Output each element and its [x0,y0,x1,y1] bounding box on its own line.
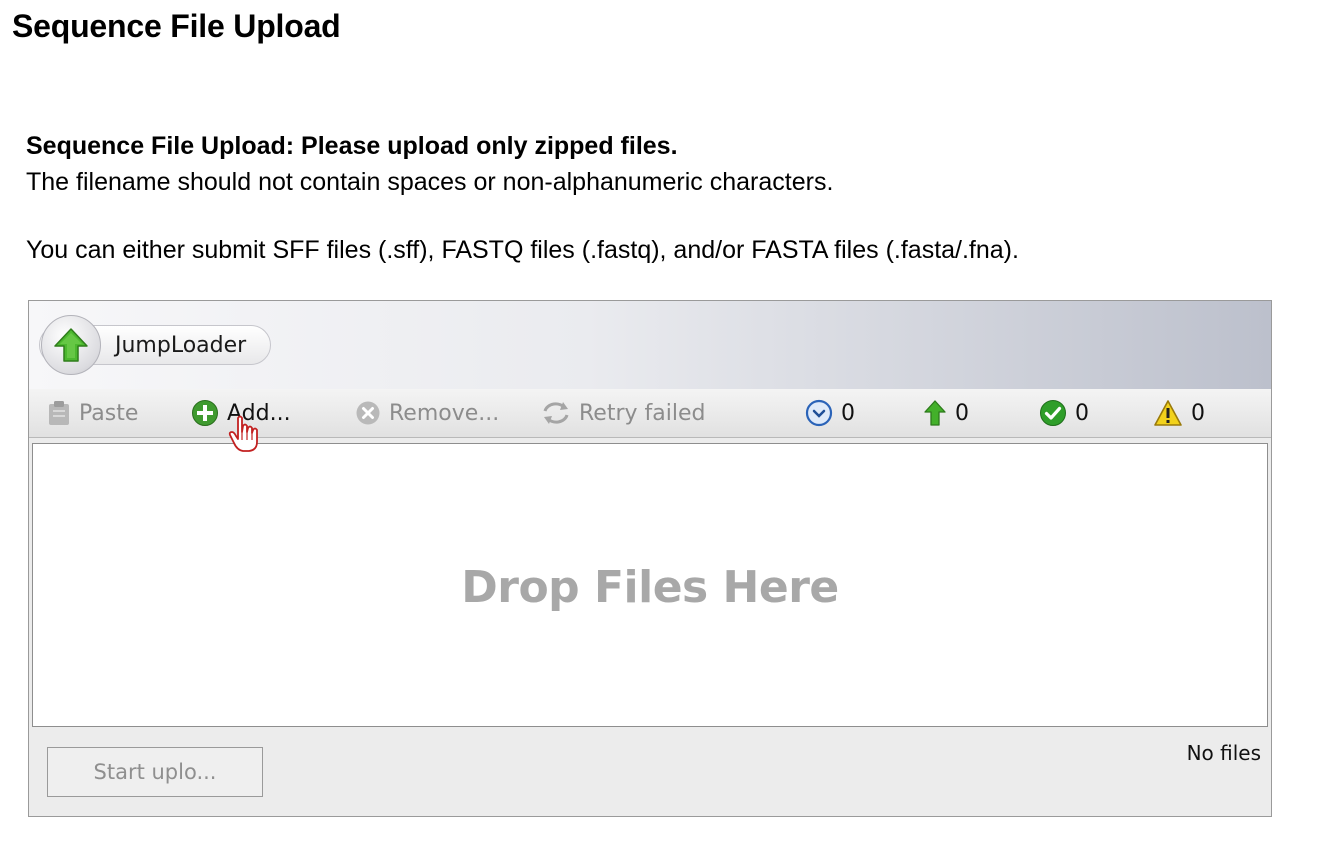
plus-circle-icon [191,399,219,427]
remove-label: Remove... [389,400,500,426]
failed-count-value: 0 [1191,400,1205,426]
remove-button[interactable]: Remove... [355,389,499,437]
paste-label: Paste [79,400,139,426]
file-status: No files [1186,741,1261,765]
clock-icon [805,399,833,427]
paste-button[interactable]: Paste [47,389,138,437]
pending-count: 0 [805,389,855,437]
drop-zone[interactable]: Drop Files Here [32,443,1268,727]
clipboard-icon [47,400,71,426]
retry-icon [541,400,571,426]
start-upload-button[interactable]: Start uplo... [47,747,263,797]
uploader-toolbar: Paste Add... Remove... Retry failed 0 0 … [29,389,1271,438]
x-circle-icon [355,400,381,426]
page-title: Sequence File Upload [12,8,341,44]
finished-count-value: 0 [1075,400,1089,426]
uploading-count-value: 0 [955,400,969,426]
warning-icon [1153,399,1183,427]
formats-note: You can either submit SFF files (.sff), … [26,236,1019,264]
retry-label: Retry failed [579,400,706,426]
hand-cursor-icon [228,414,262,459]
brand: JumpLoader [41,315,246,375]
up-arrow-icon [923,399,947,427]
filename-note: The filename should not contain spaces o… [26,168,834,196]
jumploader-applet: JumpLoader Paste Add... Remove... Retry … [28,300,1272,817]
check-circle-icon [1039,399,1067,427]
up-arrow-icon [41,315,101,375]
pending-count-value: 0 [841,400,855,426]
instructions-heading: Sequence File Upload: Please upload only… [26,132,678,160]
retry-failed-button[interactable]: Retry failed [541,389,705,437]
brand-label: JumpLoader [115,332,247,358]
upload-instructions: Sequence File Upload: Please upload only… [26,128,1019,268]
uploading-count: 0 [923,389,969,437]
drop-zone-label: Drop Files Here [461,561,839,613]
failed-count: 0 [1153,389,1205,437]
applet-header: JumpLoader [29,301,1271,390]
finished-count: 0 [1039,389,1089,437]
